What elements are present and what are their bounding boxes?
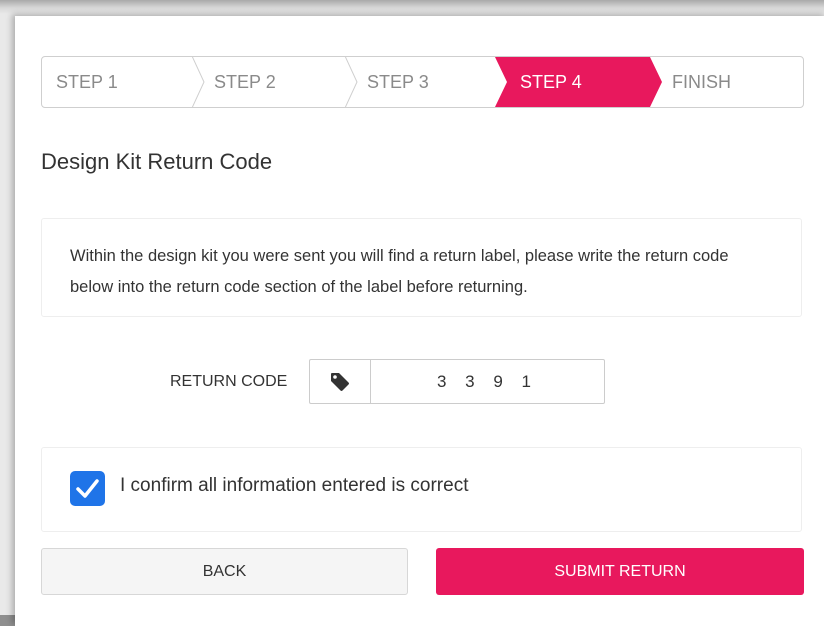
return-code-field: 3 3 9 1 (370, 359, 605, 404)
window-frame: STEP 1 STEP 2 STEP 3 STEP 4 FINISH Desig… (0, 0, 824, 626)
progress-stepper: STEP 1 STEP 2 STEP 3 STEP 4 FINISH (41, 56, 804, 108)
tag-icon (331, 373, 349, 391)
page-title: Design Kit Return Code (41, 149, 273, 174)
confirm-panel: I confirm all information entered is cor… (41, 447, 802, 532)
return-code-label: RETURN CODE (170, 373, 288, 390)
return-code-addon (309, 359, 371, 404)
step-finish-label: FINISH (672, 72, 732, 92)
confirm-checkbox[interactable] (70, 471, 105, 506)
checkmark-icon (76, 479, 99, 498)
step-2: STEP 2 (200, 57, 355, 107)
step-2-label: STEP 2 (214, 72, 276, 92)
instructions-text: Within the design kit you were sent you … (70, 247, 729, 296)
step-1: STEP 1 (42, 57, 202, 107)
return-form-card: STEP 1 STEP 2 STEP 3 STEP 4 FINISH Desig… (15, 16, 824, 626)
step-finish: FINISH (658, 57, 803, 107)
step-3: STEP 3 (353, 57, 503, 107)
instructions-panel: Within the design kit you were sent you … (41, 218, 802, 317)
confirm-label[interactable]: I confirm all information entered is cor… (120, 475, 468, 497)
back-button[interactable]: BACK (41, 548, 408, 595)
step-3-label: STEP 3 (367, 72, 429, 92)
step-4-label: STEP 4 (520, 72, 582, 92)
submit-return-button[interactable]: SUBMIT RETURN (436, 548, 804, 595)
step-1-label: STEP 1 (56, 72, 118, 92)
